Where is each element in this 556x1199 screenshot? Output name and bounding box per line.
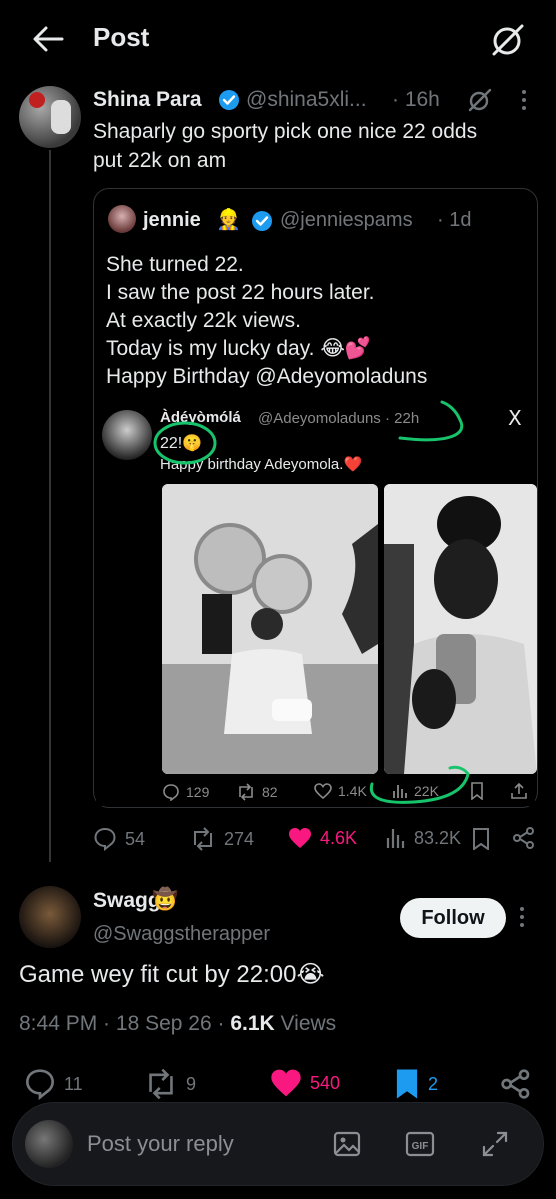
thread-connector: [49, 150, 51, 862]
inner-reply-count: 129: [162, 783, 209, 801]
post2-views-label: Views: [280, 1012, 337, 1035]
avatar-current-user: [25, 1120, 73, 1168]
share-icon[interactable]: [512, 826, 536, 850]
reply-button[interactable]: 11: [24, 1068, 83, 1100]
more-icon[interactable]: [514, 905, 530, 929]
repost-button[interactable]: 9: [144, 1068, 196, 1100]
post2-text: Game wey fit cut by 22:00😭: [19, 961, 325, 988]
repost-button[interactable]: 274: [190, 827, 254, 851]
heart-icon: [314, 783, 332, 799]
quote-line: I saw the post 22 hours later.: [106, 281, 375, 304]
post1-handle[interactable]: @shina5xli...: [246, 88, 367, 112]
post2-date: 18 Sep 26: [115, 1012, 212, 1035]
reply-button[interactable]: 54: [93, 827, 145, 851]
reply-icon: [25, 1069, 55, 1100]
share-icon[interactable]: [500, 1068, 532, 1100]
quote-line: Happy Birthday @Adeyomoladuns: [106, 365, 428, 388]
bookmark-button[interactable]: 2: [394, 1068, 438, 1100]
post2-meta: 8:44 PM · 18 Sep 26 · 6.1K Views: [19, 1012, 337, 1035]
reply-icon: [94, 827, 116, 851]
back-arrow-icon[interactable]: [30, 22, 66, 56]
gif-icon[interactable]: GIF: [405, 1129, 435, 1159]
like-button[interactable]: 540: [270, 1068, 340, 1098]
post1-text-line2: put 22k on am: [93, 149, 227, 172]
reply-input-placeholder[interactable]: Post your reply: [87, 1131, 234, 1157]
views-icon: [386, 829, 405, 848]
verified-icon: [251, 210, 273, 232]
svg-text:GIF: GIF: [412, 1141, 429, 1152]
avatar-shina-para[interactable]: [19, 86, 81, 148]
post1-text-line1: Shaparly go sporty pick one nice 22 odds: [93, 120, 478, 143]
quote-line: She turned 22.: [106, 253, 244, 276]
views-button[interactable]: 83.2K: [386, 827, 461, 849]
quote-author-emoji: 👷: [216, 209, 241, 231]
quote-author-name: jennie: [143, 209, 201, 231]
post2-views-count: 6.1K: [230, 1012, 275, 1035]
x-logo-icon: X: [508, 406, 522, 430]
avatar-jennie[interactable]: [108, 205, 136, 233]
post1-author-name[interactable]: Shina Para: [93, 88, 202, 112]
annotation-circle-views: [369, 765, 470, 804]
birthday-photo-1[interactable]: [162, 484, 378, 774]
birthday-photo-2[interactable]: [384, 484, 537, 774]
bookmark-icon: [470, 782, 484, 800]
post2-time: 8:44 PM: [19, 1012, 98, 1035]
avatar-swaggs[interactable]: [19, 886, 81, 948]
like-button[interactable]: 4.6K: [288, 827, 357, 849]
share-icon: [510, 782, 528, 800]
repost-icon: [239, 783, 253, 801]
page-title: Post: [93, 22, 150, 52]
heart-icon: [289, 828, 311, 848]
expand-icon[interactable]: [480, 1129, 510, 1159]
inner-repost-count: 82: [236, 783, 278, 801]
repost-icon: [149, 1068, 173, 1100]
reply-icon: [163, 784, 179, 801]
quote-time: · 1d: [437, 209, 472, 231]
bookmark-icon[interactable]: [472, 828, 490, 850]
quote-text: She turned 22. I saw the post 22 hours l…: [106, 251, 427, 391]
quote-handle: @jenniespams: [280, 209, 413, 231]
annotation-marks: [153, 400, 464, 465]
quote-line: At exactly 22k views.: [106, 309, 301, 332]
more-icon[interactable]: [516, 88, 532, 112]
repost-icon: [194, 827, 212, 851]
bookmark-icon: [396, 1069, 418, 1099]
follow-button[interactable]: Follow: [400, 898, 506, 938]
image-icon[interactable]: [332, 1129, 362, 1159]
heart-icon: [271, 1069, 301, 1097]
grok-icon[interactable]: [466, 86, 494, 114]
verified-icon: [218, 89, 240, 111]
post2-author-emoji: 🤠: [152, 888, 179, 911]
inner-like-count: 1.4K: [314, 783, 367, 799]
post2-handle[interactable]: @Swaggstherapper: [93, 923, 270, 946]
quote-line: Today is my lucky day. 😂💕: [106, 337, 372, 360]
avatar-adeyomola: [102, 410, 152, 460]
post1-time[interactable]: · 16h: [392, 88, 440, 112]
grok-icon[interactable]: [488, 20, 528, 60]
